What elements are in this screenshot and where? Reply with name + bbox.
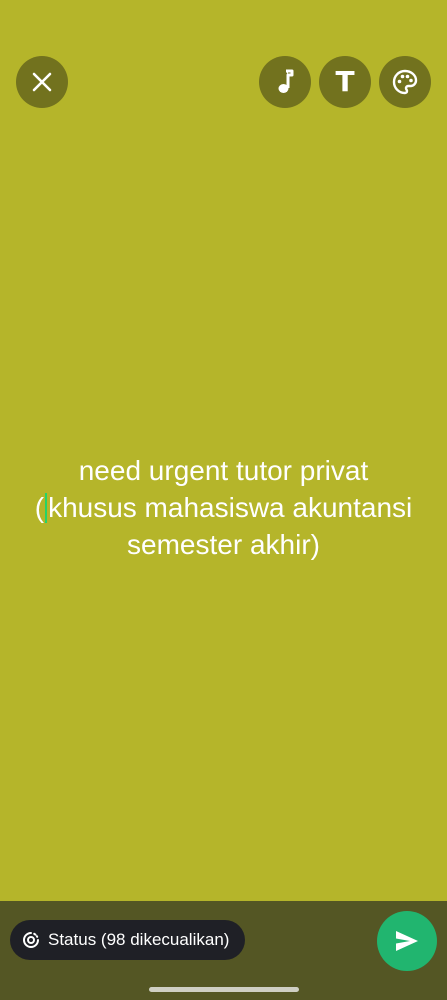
gesture-nav-handle[interactable] [149,987,299,992]
status-text-line-3: semester akhir) [127,529,320,560]
status-privacy-button[interactable]: Status (98 dikecualikan) [10,920,246,960]
background-color-button[interactable] [379,56,431,108]
status-text-input[interactable]: need urgent tutor privat (khusus mahasis… [0,452,447,563]
palette-icon [392,69,418,95]
music-button[interactable] [259,56,311,108]
status-privacy-label: Status (98 dikecualikan) [48,930,230,949]
status-composer-screen: T need urgent tutor privat (khusus mahas… [0,0,447,1000]
status-text-line-2-start: ( [34,492,45,523]
send-icon [396,931,418,951]
status-text-line-2: (khusus mahasiswa akuntansi [0,489,447,526]
text-format-icon: T [335,65,355,98]
close-icon [32,72,52,92]
bottom-bar: Status (98 dikecualikan) [0,901,447,1000]
text-format-button[interactable]: T [319,56,371,108]
status-ring-icon [23,932,39,948]
status-text-line-2-rest: khusus mahasiswa akuntansi [48,492,413,523]
send-button[interactable] [377,911,437,971]
text-cursor [45,493,48,523]
music-note-icon [278,69,294,93]
close-button[interactable] [16,56,68,108]
status-text-line-1: need urgent tutor privat [78,455,369,486]
